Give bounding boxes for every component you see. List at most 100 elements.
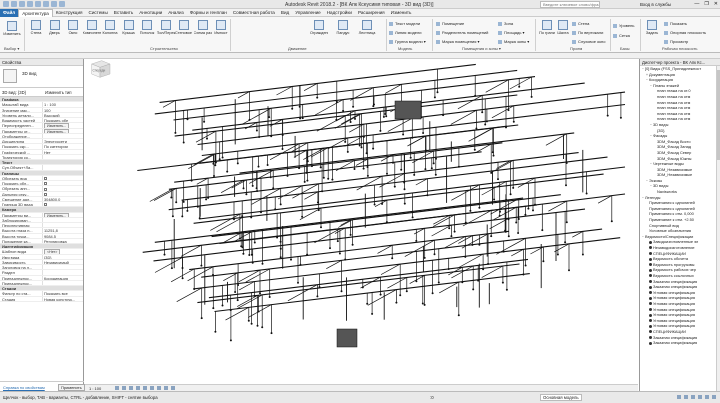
pipe-fitting[interactable] <box>542 260 545 263</box>
pipe-fitting[interactable] <box>610 220 613 223</box>
pipe-fitting[interactable] <box>382 115 385 118</box>
pipe-fitting[interactable] <box>457 314 460 317</box>
checkbox[interactable] <box>44 182 47 186</box>
pipe-fitting[interactable] <box>170 196 173 199</box>
checkbox[interactable] <box>44 187 47 191</box>
room-panel-label[interactable]: Помещения и зоны ▾ <box>462 46 501 51</box>
pipe-fitting[interactable] <box>409 156 412 159</box>
property-edit-button[interactable]: Изменить... <box>44 128 70 133</box>
pipe-fitting[interactable] <box>261 262 264 265</box>
pipe-fitting[interactable] <box>214 330 217 333</box>
tab-13[interactable]: Изменить <box>388 9 415 17</box>
pipe-fitting[interactable] <box>256 324 259 327</box>
pipe-fitting[interactable] <box>436 91 439 94</box>
pipe-fitting[interactable] <box>541 229 544 232</box>
close-button[interactable]: ✕ <box>714 1 718 7</box>
property-value[interactable] <box>42 133 82 138</box>
visual-style-icon[interactable] <box>122 386 126 390</box>
pipe-segment[interactable] <box>208 258 529 299</box>
pipe-fitting[interactable] <box>301 215 304 218</box>
pipe-segment[interactable] <box>174 142 503 183</box>
pipe-fitting[interactable] <box>448 227 451 230</box>
pipe-fitting[interactable] <box>290 258 292 261</box>
pipe-fitting[interactable] <box>236 299 239 302</box>
pipe-fitting[interactable] <box>241 215 244 218</box>
pipe-fitting[interactable] <box>415 239 418 242</box>
pipe-fitting[interactable] <box>261 326 264 329</box>
pipe-segment[interactable] <box>404 239 435 257</box>
pipe-fitting[interactable] <box>469 209 472 212</box>
property-value[interactable] <box>42 191 82 196</box>
pipe-segment[interactable] <box>192 82 585 131</box>
property-value[interactable]: Новая конструк... <box>42 296 82 301</box>
pipe-fitting[interactable] <box>245 193 248 196</box>
ribbon-small-button[interactable]: Просмотр <box>664 39 688 44</box>
pipe-fitting[interactable] <box>221 304 224 307</box>
pipe-fitting[interactable] <box>527 207 530 210</box>
property-value[interactable]: Электросети <box>42 139 82 144</box>
tab-7[interactable]: Формы и генплан <box>187 9 230 17</box>
ribbon-small-button[interactable]: Зона <box>498 21 513 26</box>
pipe-fitting[interactable] <box>433 253 436 256</box>
apply-button[interactable]: Применить <box>58 384 85 391</box>
pipe-fitting[interactable] <box>346 150 349 153</box>
pipe-fitting[interactable] <box>372 147 375 150</box>
ribbon-button[interactable]: Крыша <box>120 20 138 44</box>
pipe-fitting[interactable] <box>371 312 374 315</box>
ribbon-small-button[interactable]: Группа модели ▾ <box>389 39 426 44</box>
select-panel-label[interactable]: Выбор ▾ <box>4 46 19 51</box>
pipe-segment[interactable] <box>154 257 183 273</box>
select-links-icon[interactable] <box>677 395 681 399</box>
ribbon-button[interactable]: Схема разрезки стены <box>194 20 212 44</box>
pipe-fitting[interactable] <box>424 168 427 171</box>
pipe-fitting[interactable] <box>268 296 271 298</box>
modify-button[interactable]: Изменить <box>3 21 21 36</box>
tab-1[interactable]: Архитектура <box>18 8 53 17</box>
tab-12[interactable]: Расширения <box>355 9 388 17</box>
pipe-fitting[interactable] <box>349 121 352 123</box>
pipe-fitting[interactable] <box>175 201 178 204</box>
browser-scrollbar[interactable] <box>716 66 720 391</box>
ribbon-button[interactable]: Стена <box>27 20 45 44</box>
redo-icon[interactable] <box>27 1 33 7</box>
pipe-fitting[interactable] <box>226 170 229 173</box>
pipe-fitting[interactable] <box>281 148 284 150</box>
pipe-fitting[interactable] <box>163 253 166 256</box>
property-value[interactable]: Координация <box>42 275 82 280</box>
pipe-fitting[interactable] <box>316 201 319 204</box>
pipe-fitting[interactable] <box>481 111 484 114</box>
reveal-hidden-icon[interactable] <box>171 386 175 390</box>
ribbon-button[interactable]: Пандус <box>334 20 352 44</box>
pipe-fitting[interactable] <box>475 127 478 130</box>
pipe-fitting[interactable] <box>431 292 434 295</box>
pipe-fitting[interactable] <box>242 252 245 255</box>
pipe-fitting[interactable] <box>423 256 426 259</box>
ribbon-button[interactable]: Компонент <box>83 20 101 44</box>
filter-icon[interactable] <box>712 395 716 399</box>
pipe-fitting[interactable] <box>306 179 309 182</box>
pipe-fitting[interactable] <box>248 254 251 256</box>
pipe-fitting[interactable] <box>530 95 533 98</box>
pipe-fitting[interactable] <box>362 167 365 170</box>
ribbon-small-button[interactable]: Опорная плоскость <box>664 30 706 35</box>
tab-4[interactable]: Вставить <box>111 9 136 17</box>
property-value[interactable]: Изменить... <box>42 128 82 133</box>
pipe-fitting[interactable] <box>214 164 217 167</box>
pipe-fitting[interactable] <box>585 192 588 195</box>
pipe-fitting[interactable] <box>505 288 508 291</box>
pipe-fitting[interactable] <box>422 132 425 134</box>
pipe-fitting[interactable] <box>421 302 424 305</box>
pipe-fitting[interactable] <box>236 162 239 165</box>
crop-view-icon[interactable] <box>143 386 147 390</box>
pipe-segment[interactable] <box>451 184 480 201</box>
property-edit-button[interactable]: <Нет> <box>44 249 61 254</box>
minimize-button[interactable]: — <box>694 1 699 7</box>
pipe-fitting[interactable] <box>373 103 375 106</box>
pipe-fitting[interactable] <box>279 203 282 206</box>
pipe-fitting[interactable] <box>565 184 567 187</box>
pipe-fitting[interactable] <box>316 96 319 99</box>
ribbon-small-button[interactable]: По вертикали <box>572 30 603 35</box>
property-edit-button[interactable]: Изменить... <box>44 212 70 217</box>
pipe-fitting[interactable] <box>478 206 481 209</box>
pipe-fitting[interactable] <box>391 257 394 260</box>
